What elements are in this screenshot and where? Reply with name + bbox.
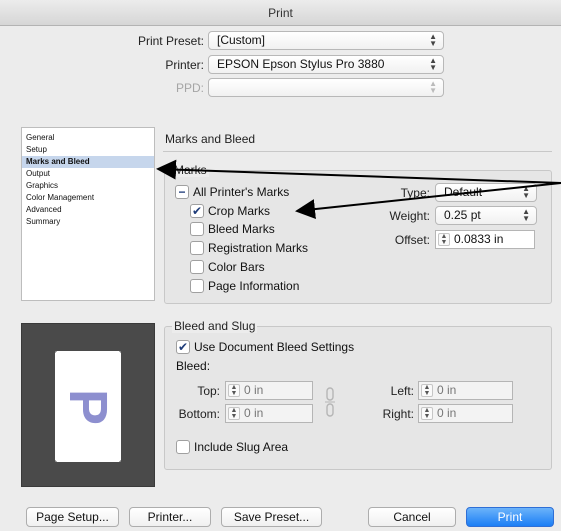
bleed-top-value: 0 in — [244, 383, 264, 397]
chain-link-icon[interactable] — [324, 386, 336, 418]
include-slug-area-checkbox[interactable] — [176, 440, 190, 454]
bleed-left-label: Left: — [390, 384, 414, 398]
printer-label: Printer: — [165, 58, 204, 72]
bleed-right-field[interactable]: ▲ ▼ 0 in — [418, 404, 513, 423]
sidebar-item-setup[interactable]: Setup — [22, 144, 154, 156]
include-slug-area-label: Include Slug Area — [194, 440, 289, 454]
weight-value: 0.25 pt — [444, 208, 481, 222]
checkmark-icon: ✔ — [191, 204, 203, 218]
popup-arrows-icon: ▲ ▼ — [429, 56, 437, 72]
page-setup-button[interactable]: Page Setup... — [26, 507, 119, 527]
sidebar-item-advanced[interactable]: Advanced — [22, 204, 154, 216]
panel-title-divider — [163, 151, 552, 152]
sidebar-item-general[interactable]: General — [22, 132, 154, 144]
page-information-checkbox[interactable] — [190, 279, 204, 293]
bleed-top-field[interactable]: ▲ ▼ 0 in — [225, 381, 313, 400]
use-document-bleed-label: Use Document Bleed Settings — [194, 340, 355, 354]
offset-value: 0.0833 in — [454, 232, 504, 246]
bleed-top-label: Top: — [197, 384, 220, 398]
bleed-marks-label: Bleed Marks — [208, 222, 275, 236]
type-popup[interactable]: Default ▲ ▼ — [435, 183, 537, 202]
registration-marks-label: Registration Marks — [208, 241, 309, 255]
stepper-arrows-icon: ▲ ▼ — [421, 384, 433, 397]
offset-field[interactable]: ▲ ▼ 0.0833 in — [435, 230, 535, 249]
sidebar-item-output[interactable]: Output — [22, 168, 154, 180]
crop-marks-preview-icon: P — [49, 345, 127, 468]
printer-button[interactable]: Printer... — [129, 507, 211, 527]
bleed-left-field[interactable]: ▲ ▼ 0 in — [418, 381, 513, 400]
ppd-label: PPD: — [175, 81, 204, 95]
weight-popup[interactable]: 0.25 pt ▲ ▼ — [435, 206, 537, 225]
bleed-right-label: Right: — [382, 407, 414, 421]
type-label: Type: — [400, 186, 430, 200]
bleed-marks-checkbox[interactable] — [190, 222, 204, 236]
bleed-bottom-value: 0 in — [244, 406, 264, 420]
weight-label: Weight: — [389, 209, 430, 223]
use-document-bleed-checkbox[interactable]: ✔ — [176, 340, 190, 354]
print-category-list[interactable]: General Setup Marks and Bleed Output Gra… — [21, 127, 155, 301]
print-dialog: Print Print Preset: [Custom] ▲ ▼ Printer:… — [0, 0, 561, 531]
bleed-right-value: 0 in — [437, 406, 457, 420]
bleed-bottom-label: Bottom: — [178, 407, 220, 421]
printer-value: EPSON Epson Stylus Pro 3880 — [217, 57, 385, 71]
all-printers-marks-checkbox[interactable]: − — [175, 185, 189, 199]
all-printers-marks-label: All Printer's Marks — [193, 185, 290, 199]
cancel-button[interactable]: Cancel — [368, 507, 456, 527]
print-preset-label: Print Preset: — [137, 34, 204, 48]
crop-marks-checkbox[interactable]: ✔ — [190, 204, 204, 218]
popup-arrows-icon: ▲ ▼ — [522, 207, 530, 223]
panel-title: Marks and Bleed — [165, 132, 256, 146]
bleed-left-value: 0 in — [437, 383, 457, 397]
popup-arrows-icon: ▲ ▼ — [429, 32, 437, 48]
type-value: Default — [444, 185, 483, 199]
popup-arrows-icon: ▲ ▼ — [429, 79, 437, 95]
color-bars-label: Color Bars — [208, 260, 265, 274]
mixed-state-icon: − — [178, 185, 186, 199]
sidebar-item-graphics[interactable]: Graphics — [22, 180, 154, 192]
sidebar-item-color-management[interactable]: Color Management — [22, 192, 154, 204]
color-bars-checkbox[interactable] — [190, 260, 204, 274]
printer-popup[interactable]: EPSON Epson Stylus Pro 3880 ▲ ▼ — [208, 55, 444, 74]
page-preview: P — [21, 323, 155, 487]
bleed-bottom-field[interactable]: ▲ ▼ 0 in — [225, 404, 313, 423]
registration-marks-checkbox[interactable] — [190, 241, 204, 255]
page-information-label: Page Information — [208, 279, 300, 293]
sidebar-item-summary[interactable]: Summary — [22, 216, 154, 228]
bleed-label: Bleed: — [176, 359, 211, 373]
print-button[interactable]: Print — [466, 507, 554, 527]
preview-glyph: P — [58, 389, 118, 425]
offset-label: Offset: — [394, 233, 430, 247]
stepper-arrows-icon: ▲ ▼ — [228, 407, 240, 420]
print-preset-value: [Custom] — [217, 33, 266, 47]
window-title: Print — [0, 0, 561, 26]
preview-page: P — [49, 345, 127, 468]
checkmark-icon: ✔ — [177, 340, 189, 354]
ppd-popup: ▲ ▼ — [208, 78, 444, 97]
stepper-arrows-icon: ▲ ▼ — [228, 384, 240, 397]
crop-marks-label: Crop Marks — [208, 204, 271, 218]
save-preset-button[interactable]: Save Preset... — [221, 507, 322, 527]
sidebar-item-marks-and-bleed[interactable]: Marks and Bleed — [22, 156, 154, 168]
stepper-arrows-icon[interactable]: ▲ ▼ — [438, 233, 450, 246]
stepper-arrows-icon: ▲ ▼ — [421, 407, 433, 420]
bleed-and-slug-group-label: Bleed and Slug — [172, 319, 258, 333]
print-preset-popup[interactable]: [Custom] ▲ ▼ — [208, 31, 444, 50]
marks-group-label: Marks — [172, 163, 209, 177]
popup-arrows-icon: ▲ ▼ — [522, 184, 530, 200]
